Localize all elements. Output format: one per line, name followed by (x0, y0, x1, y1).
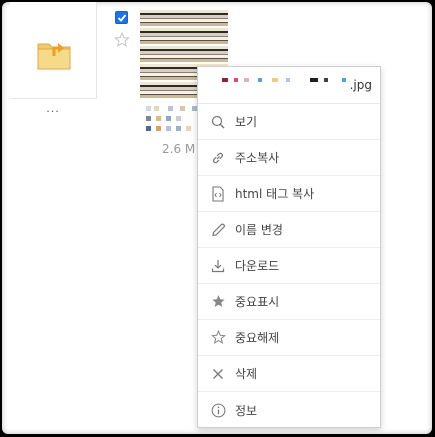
menu-item-delete-label: 삭제 (235, 367, 258, 381)
menu-item-copy-html-tag-label: html 태그 복사 (235, 187, 315, 201)
menu-item-download-label: 다운로드 (235, 259, 280, 273)
menu-item-view[interactable]: 보기 (198, 104, 380, 140)
menu-item-unmark-important[interactable]: 중요해제 (198, 320, 380, 356)
menu-item-view-label: 보기 (235, 115, 258, 129)
context-menu-header: .jpg (198, 67, 380, 104)
menu-item-mark-important[interactable]: 중요표시 (198, 284, 380, 320)
file-context-menu: .jpg 보기 주소복사 html 태그 복사 이름 변경 다운로드 중요표시 … (197, 66, 381, 428)
menu-item-rename-label: 이름 변경 (235, 223, 283, 237)
search-icon (210, 114, 226, 130)
menu-item-copy-address-label: 주소복사 (235, 151, 280, 165)
menu-item-info-label: 정보 (235, 403, 258, 418)
file-select-checkbox[interactable] (115, 11, 128, 24)
menu-item-delete[interactable]: 삭제 (198, 356, 380, 392)
folder-up-icon (36, 36, 72, 72)
menu-item-copy-address[interactable]: 주소복사 (198, 140, 380, 176)
menu-item-download[interactable]: 다운로드 (198, 248, 380, 284)
menu-item-unmark-important-label: 중요해제 (235, 331, 280, 345)
info-icon (210, 402, 226, 418)
favorite-star-icon[interactable] (114, 31, 130, 48)
link-icon (210, 150, 226, 166)
download-icon (210, 258, 226, 274)
pencil-icon (210, 222, 226, 238)
code-file-icon (210, 185, 226, 202)
star-filled-icon (210, 294, 226, 310)
menu-item-mark-important-label: 중요표시 (235, 295, 280, 309)
menu-item-copy-html-tag[interactable]: html 태그 복사 (198, 176, 380, 212)
context-menu-file-extension: .jpg (349, 78, 372, 92)
close-icon (210, 366, 226, 382)
parent-folder-label: ... (46, 102, 60, 115)
parent-folder-tile[interactable] (10, 2, 97, 99)
menu-item-info[interactable]: 정보 (198, 392, 380, 428)
star-outline-icon (210, 330, 226, 346)
file-size-label: 2.6 M (162, 142, 196, 156)
file-browser-frame: ... 2.6 M .jpg 보기 주소복사 html 태그 복사 이름 변경 … (2, 2, 432, 434)
menu-item-rename[interactable]: 이름 변경 (198, 212, 380, 248)
